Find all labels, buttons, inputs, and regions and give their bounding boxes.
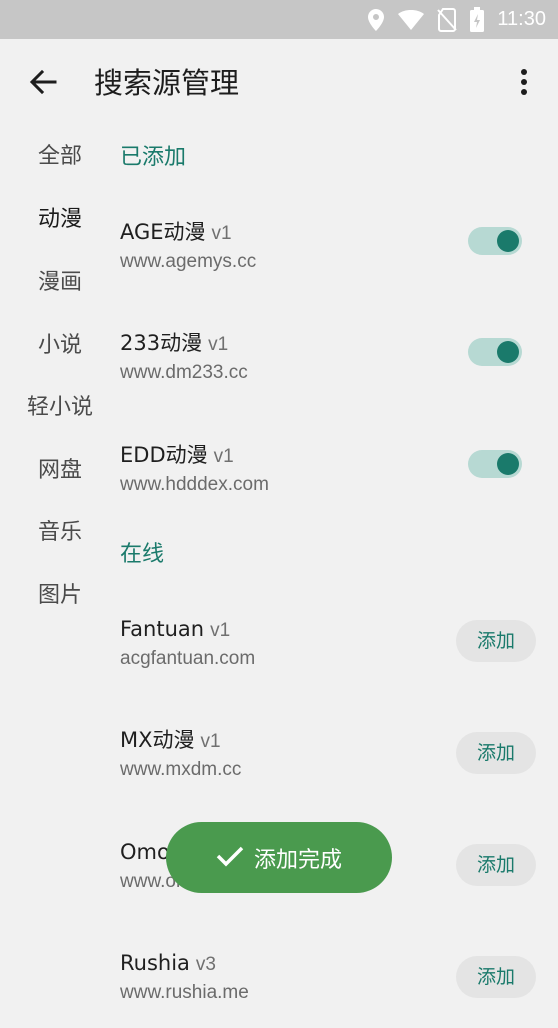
category-all[interactable]: 全部: [0, 137, 120, 177]
source-version: v1: [200, 731, 221, 752]
add-button[interactable]: 添加: [456, 844, 536, 886]
source-url: www.rushia.me: [120, 982, 249, 1003]
add-button[interactable]: 添加: [456, 732, 536, 774]
enable-toggle[interactable]: [468, 227, 522, 255]
no-sim-icon: [437, 7, 458, 32]
source-name-line: AGE动漫 v1: [120, 217, 232, 249]
toast-message: 添加完成: [166, 822, 392, 893]
toggle-thumb: [497, 341, 519, 363]
category-light-novel[interactable]: 轻小说: [0, 388, 120, 428]
source-name-line: Fantuan v1: [120, 614, 230, 646]
status-bar: 11:30: [0, 0, 558, 39]
add-button[interactable]: 添加: [456, 620, 536, 662]
source-url: www.agemys.cc: [120, 251, 257, 272]
arrow-left-icon: [29, 69, 57, 99]
category-image[interactable]: 图片: [0, 576, 120, 616]
source-url: www.dm233.cc: [120, 362, 248, 383]
overflow-menu-button[interactable]: [506, 63, 542, 105]
back-button[interactable]: [22, 63, 64, 105]
status-time: 11:30: [497, 8, 546, 30]
source-version: v1: [208, 334, 229, 355]
category-music[interactable]: 音乐: [0, 513, 120, 553]
toggle-thumb: [497, 230, 519, 252]
source-row: MX动漫 v1 www.mxdm.cc 添加: [120, 725, 558, 805]
source-row: Fantuan v1 acgfantuan.com 添加: [120, 614, 558, 694]
source-url: acgfantuan.com: [120, 648, 256, 669]
source-name-line: EDD动漫 v1: [120, 440, 234, 472]
source-row[interactable]: AGE动漫 v1 www.agemys.cc: [120, 217, 558, 297]
source-version: v1: [210, 620, 231, 641]
section-title-added: 已添加: [120, 145, 187, 170]
source-url: www.hdddex.com: [120, 474, 269, 495]
source-row: Rushia v3 www.rushia.me 添加: [120, 948, 558, 1028]
source-name: EDD动漫: [120, 443, 208, 467]
section-title-online: 在线: [120, 542, 165, 567]
source-name: 233动漫: [120, 331, 203, 355]
app-bar: 搜索源管理: [0, 39, 558, 125]
source-name-line: MX动漫 v1: [120, 725, 221, 757]
source-name: MX动漫: [120, 728, 195, 752]
category-netdisk[interactable]: 网盘: [0, 451, 120, 491]
source-name: AGE动漫: [120, 220, 206, 244]
source-name: Rushia: [120, 951, 190, 975]
location-icon: [367, 8, 385, 32]
source-version: v1: [213, 446, 234, 467]
category-novel[interactable]: 小说: [0, 326, 120, 366]
source-url: www.mxdm.cc: [120, 759, 242, 780]
toggle-thumb: [497, 453, 519, 475]
status-icons: 11:30: [367, 0, 546, 39]
source-version: v3: [195, 954, 216, 975]
wifi-icon: [397, 9, 425, 31]
source-name-line: 233动漫 v1: [120, 328, 228, 360]
source-version: v1: [211, 223, 232, 244]
toast-label: 添加完成: [253, 847, 342, 873]
enable-toggle[interactable]: [468, 450, 522, 478]
battery-charging-icon: [469, 6, 485, 33]
more-vertical-icon: [520, 68, 528, 100]
enable-toggle[interactable]: [468, 338, 522, 366]
category-anime[interactable]: 动漫: [0, 200, 120, 240]
category-comic[interactable]: 漫画: [0, 263, 120, 303]
source-row[interactable]: 233动漫 v1 www.dm233.cc: [120, 328, 558, 408]
source-name-line: Rushia v3: [120, 948, 216, 980]
source-row[interactable]: EDD动漫 v1 www.hdddex.com: [120, 440, 558, 520]
page-title: 搜索源管理: [94, 66, 240, 100]
check-icon: [216, 845, 244, 871]
source-name: Fantuan: [120, 617, 205, 641]
